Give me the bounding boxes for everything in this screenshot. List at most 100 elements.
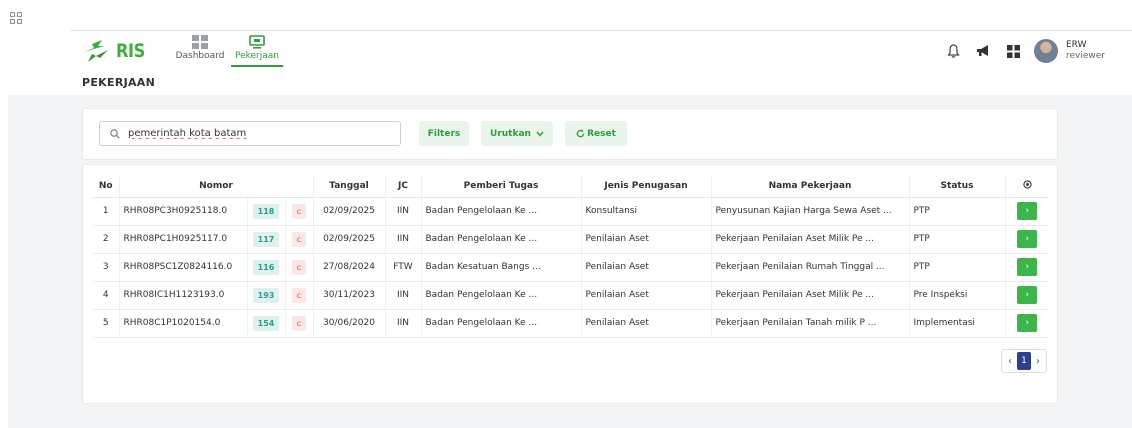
cell-status: PTP [909,197,1006,226]
id-badge: 193 [252,287,280,303]
cell-jenis-penugasan: Penilaian Aset [581,225,712,254]
filters-label: Filters [427,128,461,139]
cell-no: 3 [93,253,120,282]
jobs-table-card: No Nomor Tanggal JC Pemberi Tugas Jenis … [82,164,1058,404]
col-nomor: Nomor [119,175,314,198]
cell-jenis-penugasan: Penilaian Aset [581,309,712,338]
cell-action: › [1005,225,1049,254]
open-row-button[interactable]: › [1017,230,1038,248]
nav-pekerjaan[interactable]: Pekerjaan [231,35,283,67]
col-nama-pekerjaan: Nama Pekerjaan [711,175,910,198]
cell-pemberi-tugas: Badan Pengelolaan Ke ... [421,225,582,254]
open-row-button[interactable]: › [1017,258,1038,276]
col-settings[interactable] [1005,175,1049,198]
col-jenis-penugasan: Jenis Penugasan [581,175,712,198]
cell-status: Pre Inspeksi [909,281,1006,310]
apps-grid-icon[interactable] [10,12,24,24]
cell-nomor: RHR08PC3H0925118.0 [119,197,248,226]
cell-id: 117 [247,225,286,254]
cell-c: c [285,253,314,282]
announcement-button[interactable] [968,36,998,66]
col-jc: JC [385,175,422,198]
user-name: ERW [1066,40,1087,50]
search-input[interactable] [128,128,378,139]
header-tools: ERW reviewer [938,36,1132,66]
table-row[interactable]: 1 RHR08PC3H0925118.0 118 c 02/09/2025 II… [93,197,1049,226]
reset-button[interactable]: Reset [565,121,627,146]
cell-no: 4 [93,281,120,310]
cell-nomor: RHR08C1P1020154.0 [119,309,248,338]
cell-tanggal: 30/06/2020 [313,309,386,338]
cell-nama-pekerjaan: Pekerjaan Penilaian Aset Milik Pe ... [711,225,910,254]
cell-status: PTP [909,253,1006,282]
prev-page-button[interactable]: ‹ [1003,351,1017,371]
col-pemberi-tugas: Pemberi Tugas [421,175,582,198]
avatar[interactable] [1034,39,1058,63]
search-filter-bar: Filters Urutkan Reset [82,108,1058,160]
cell-tanggal: 30/11/2023 [313,281,386,310]
cell-no: 1 [93,197,120,226]
cell-c: c [285,225,314,254]
filters-button[interactable]: Filters [419,121,469,146]
next-page-button[interactable]: › [1031,351,1045,371]
table-row[interactable]: 2 RHR08PC1H0925117.0 117 c 02/09/2025 II… [93,225,1049,254]
nav-pekerjaan-label: Pekerjaan [234,51,279,61]
open-row-button[interactable]: › [1017,314,1038,332]
nav-dashboard[interactable]: Dashboard [172,35,228,67]
page-1-button[interactable]: 1 [1017,352,1031,370]
sort-label: Urutkan [490,128,531,139]
apps-button[interactable] [998,36,1028,66]
cell-tanggal: 02/09/2025 [313,197,386,226]
cell-c: c [285,197,314,226]
col-tanggal: Tanggal [313,175,386,198]
id-badge: 116 [252,259,280,275]
cell-tanggal: 02/09/2025 [313,225,386,254]
cell-pemberi-tugas: Badan Pengelolaan Ke ... [421,197,582,226]
cell-c: c [285,281,314,310]
cell-nomor: RHR08PSC1Z0824116.0 [119,253,248,282]
c-badge: c [291,287,307,303]
logo-arrows-icon [84,40,108,62]
table-row[interactable]: 3 RHR08PSC1Z0824116.0 116 c 27/08/2024 F… [93,253,1049,282]
pagination: ‹ 1 › [1001,349,1047,373]
cell-nomor: RHR08PC1H0925117.0 [119,225,248,254]
user-info[interactable]: ERW reviewer [1066,40,1132,62]
sort-button[interactable]: Urutkan [481,121,553,146]
search-box[interactable] [99,121,401,146]
cell-jc: FTW [385,253,422,282]
dashboard-icon [192,35,208,49]
search-icon [110,128,120,139]
cell-action: › [1005,309,1049,338]
open-row-button[interactable]: › [1017,286,1038,304]
cell-jc: IIN [385,225,422,254]
cell-id: 193 [247,281,286,310]
cell-jenis-penugasan: Penilaian Aset [581,281,712,310]
page-title: PEKERJAAN [82,76,156,89]
cell-nama-pekerjaan: Penyusunan Kajian Harga Sewa Aset ... [711,197,910,226]
c-badge: c [291,315,307,331]
jobs-table: No Nomor Tanggal JC Pemberi Tugas Jenis … [93,175,1049,338]
cell-nama-pekerjaan: Pekerjaan Penilaian Rumah Tinggal ... [711,253,910,282]
settings-icon [1023,180,1032,189]
app-logo[interactable]: RIS [82,36,150,66]
open-row-button[interactable]: › [1017,202,1038,220]
cell-pemberi-tugas: Badan Pengelolaan Ke ... [421,281,582,310]
notification-button[interactable] [938,36,968,66]
table-row[interactable]: 4 RHR08IC1H1123193.0 193 c 30/11/2023 II… [93,281,1049,310]
id-badge: 154 [252,315,280,331]
col-no: No [93,175,120,198]
cell-pemberi-tugas: Badan Pengelolaan Ke ... [421,309,582,338]
c-badge: c [291,231,307,247]
table-header-row: No Nomor Tanggal JC Pemberi Tugas Jenis … [93,175,1049,198]
table-row[interactable]: 5 RHR08C1P1020154.0 154 c 30/06/2020 IIN… [93,309,1049,338]
cell-jc: IIN [385,197,422,226]
cell-nama-pekerjaan: Pekerjaan Penilaian Aset Milik Pe ... [711,281,910,310]
pagination-box: ‹ 1 › [1001,349,1047,373]
cell-action: › [1005,197,1049,226]
cell-pemberi-tugas: Badan Kesatuan Bangs ... [421,253,582,282]
cell-action: › [1005,281,1049,310]
refresh-icon [576,129,585,138]
cell-no: 2 [93,225,120,254]
top-navbar: RIS Dashboard Pekerjaan ERW reviewer [70,30,1132,70]
cell-jenis-penugasan: Konsultansi [581,197,712,226]
